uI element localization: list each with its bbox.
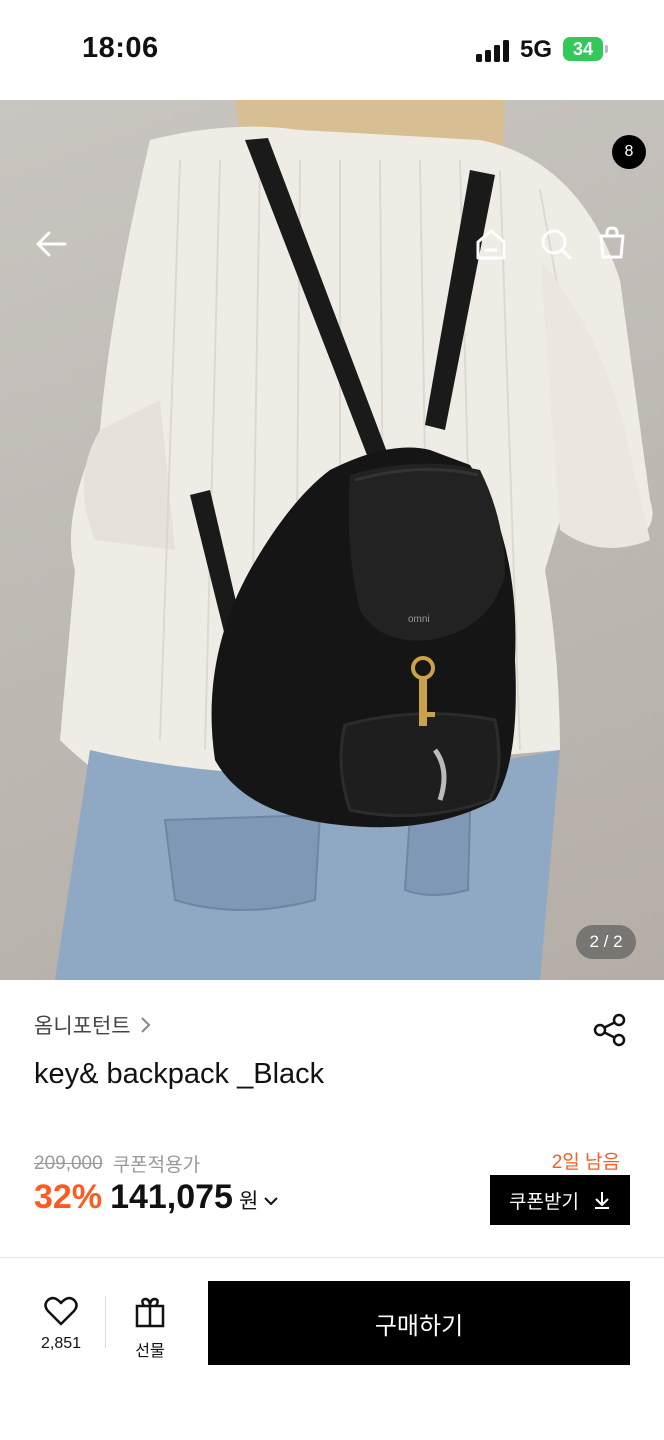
heart-icon <box>44 1296 78 1326</box>
signal-icon <box>476 40 509 62</box>
discount-rate: 32% <box>34 1178 103 1216</box>
brand-name: 옴니포턴트 <box>34 1015 131 1038</box>
cart-count-badge: 8 <box>612 135 646 169</box>
get-coupon-button[interactable]: 쿠폰받기 <box>490 1175 630 1225</box>
bar-separator <box>105 1296 106 1348</box>
sale-price: 141,075 <box>110 1178 233 1216</box>
cart-button[interactable] <box>588 218 636 266</box>
battery-icon: 34 <box>563 37 603 61</box>
svg-text:omni: omni <box>408 614 430 625</box>
network-label: 5G <box>520 36 553 63</box>
chevron-down-icon <box>264 1197 279 1206</box>
gift-icon <box>135 1297 165 1328</box>
buy-button[interactable]: 구매하기 <box>208 1281 630 1365</box>
section-divider <box>0 1257 664 1258</box>
back-arrow-icon <box>36 231 67 257</box>
share-icon[interactable] <box>592 1012 628 1048</box>
shopping-bag-icon <box>599 226 625 259</box>
original-price-row: 209,000 쿠폰적용가 <box>34 1150 200 1177</box>
brand-link[interactable]: 옴니포턴트 <box>34 1010 153 1040</box>
gift-button[interactable]: 선물 <box>120 1296 180 1361</box>
coupon-price-note: 쿠폰적용가 <box>112 1155 201 1176</box>
battery-tip <box>605 45 608 53</box>
product-image[interactable]: omni <box>0 100 664 980</box>
download-icon <box>594 1192 609 1209</box>
search-icon <box>541 229 572 260</box>
original-price: 209,000 <box>34 1152 103 1174</box>
home-button[interactable] <box>467 220 515 268</box>
search-button[interactable] <box>532 220 580 268</box>
sale-price-row[interactable]: 32% 141,075 원 <box>34 1178 280 1217</box>
back-button[interactable] <box>27 220 75 268</box>
home-icon <box>476 229 506 260</box>
chevron-right-icon <box>140 1017 151 1033</box>
status-time: 18:06 <box>82 32 159 64</box>
like-button[interactable]: 2,851 <box>30 1296 92 1353</box>
get-coupon-label: 쿠폰받기 <box>509 1191 579 1213</box>
like-count: 2,851 <box>40 1335 82 1352</box>
currency-label: 원 <box>238 1190 259 1213</box>
status-bar: 18:06 5G 34 <box>0 0 664 100</box>
product-title: key& backpack _Black <box>34 1058 325 1090</box>
coupon-days-left: 2일 남음 <box>551 1152 620 1173</box>
gift-label: 선물 <box>135 1343 165 1360</box>
image-pager: 2 / 2 <box>576 925 636 959</box>
